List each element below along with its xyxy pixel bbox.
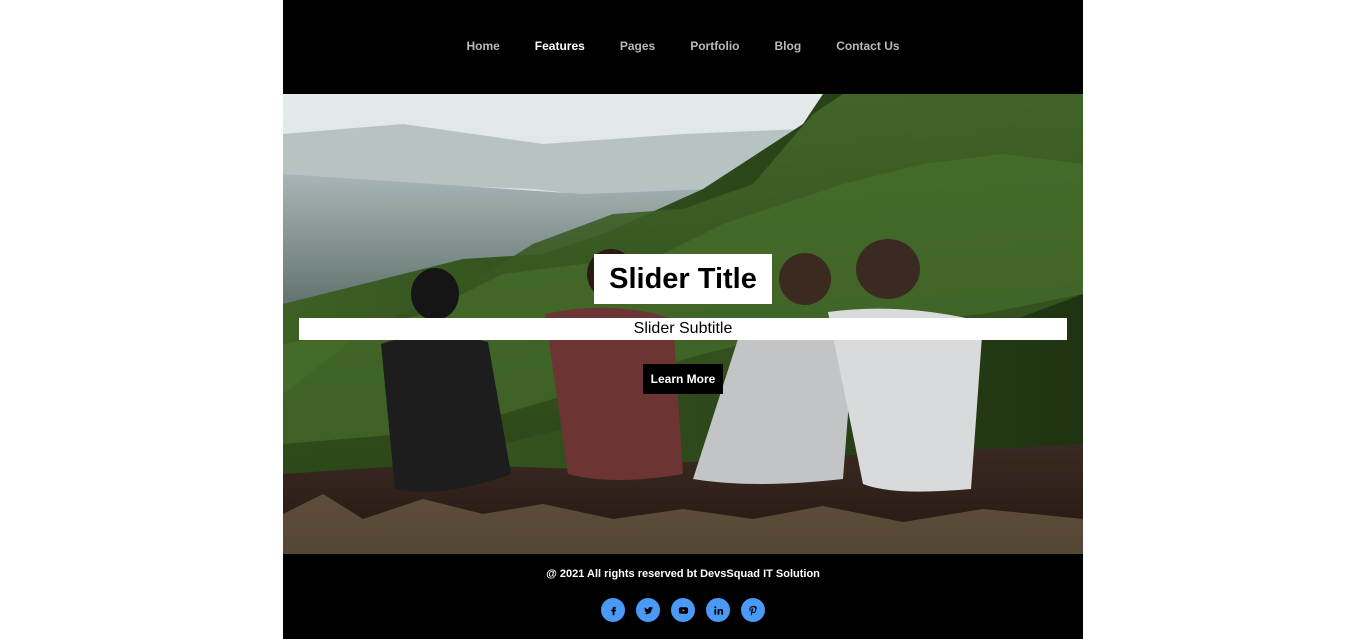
pinterest-icon[interactable] — [741, 598, 765, 622]
slider-title-box: Slider Title — [594, 254, 772, 304]
hero-slider: Slider Title Slider Subtitle Learn More — [283, 94, 1083, 554]
twitter-glyph — [643, 606, 653, 614]
nav-item-contact-us[interactable]: Contact Us — [819, 39, 917, 54]
linkedin-icon[interactable] — [706, 598, 730, 622]
nav-item-features[interactable]: Features — [517, 39, 602, 54]
nav-item-home[interactable]: Home — [449, 39, 517, 54]
youtube-glyph — [678, 606, 688, 614]
learn-more-button[interactable]: Learn More — [643, 364, 723, 394]
page-container: Home Features Pages Portfolio Blog Conta… — [283, 0, 1083, 639]
copyright-text: @ 2021 All rights reserved bt DevsSquad … — [546, 568, 820, 580]
nav-item-portfolio[interactable]: Portfolio — [673, 39, 757, 54]
site-footer: @ 2021 All rights reserved bt DevsSquad … — [283, 554, 1083, 639]
facebook-glyph — [610, 606, 616, 615]
facebook-icon[interactable] — [601, 598, 625, 622]
pinterest-glyph — [748, 605, 757, 616]
linkedin-glyph — [713, 605, 723, 615]
nav-item-blog[interactable]: Blog — [757, 39, 819, 54]
youtube-icon[interactable] — [671, 598, 695, 622]
slider-title: Slider Title — [609, 262, 757, 295]
nav-item-pages[interactable]: Pages — [602, 39, 672, 54]
social-links — [283, 598, 1083, 622]
site-header: Home Features Pages Portfolio Blog Conta… — [283, 0, 1083, 94]
twitter-icon[interactable] — [636, 598, 660, 622]
slider-subtitle-box: Slider Subtitle — [299, 318, 1067, 340]
main-nav: Home Features Pages Portfolio Blog Conta… — [283, 39, 1083, 54]
slider-subtitle: Slider Subtitle — [633, 320, 733, 337]
